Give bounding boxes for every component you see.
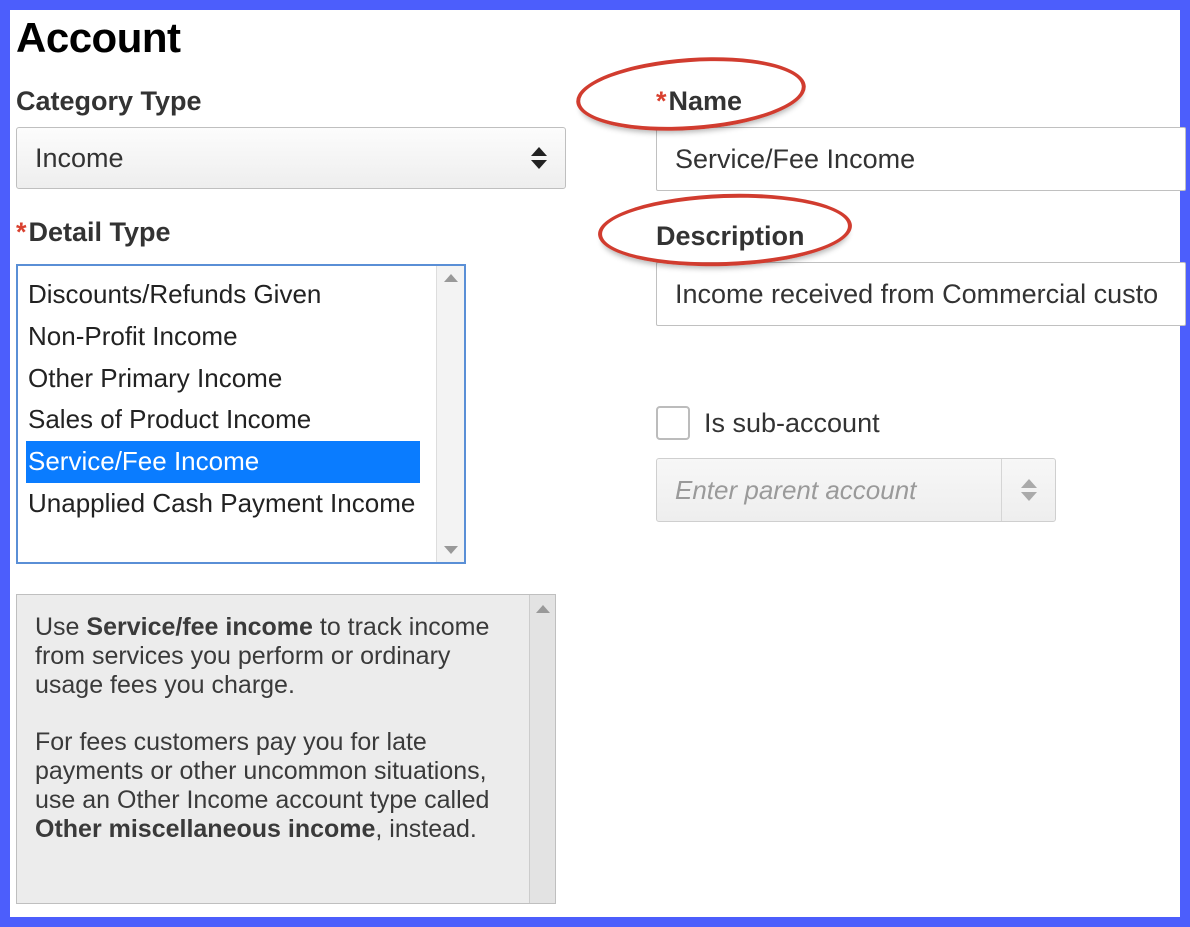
required-marker: * <box>656 86 667 116</box>
info-text: Use <box>35 613 86 641</box>
sub-account-label: Is sub-account <box>704 408 880 439</box>
parent-select-arrow-block <box>1001 459 1055 521</box>
scroll-up-icon[interactable] <box>536 605 550 613</box>
left-column: Category Type Income *Detail Type Discou… <box>16 86 566 904</box>
page-title: Account <box>16 14 1180 62</box>
updown-icon <box>531 147 547 169</box>
list-item[interactable]: Discounts/Refunds Given <box>18 274 464 316</box>
description-label: Description <box>656 221 805 252</box>
category-type-value: Income <box>35 143 124 174</box>
name-label: *Name <box>656 86 742 117</box>
right-column: *Name Service/Fee Income Description Inc… <box>656 86 1186 904</box>
info-bold: Other miscellaneous income <box>35 815 375 843</box>
list-item[interactable]: Other Primary Income <box>18 358 464 400</box>
category-type-select[interactable]: Income <box>16 127 566 189</box>
parent-account-select[interactable]: Enter parent account <box>656 458 1056 522</box>
scroll-up-icon[interactable] <box>444 274 458 282</box>
sub-account-row: Is sub-account <box>656 406 1186 440</box>
updown-icon <box>1021 479 1037 501</box>
list-item-selected[interactable]: Service/Fee Income <box>26 441 420 483</box>
info-text: , instead. <box>375 815 476 843</box>
name-value: Service/Fee Income <box>675 144 915 175</box>
parent-account-placeholder: Enter parent account <box>675 475 916 506</box>
category-type-label: Category Type <box>16 86 202 117</box>
listbox-scrollbar[interactable] <box>436 266 464 562</box>
detail-type-label: *Detail Type <box>16 217 171 248</box>
description-input[interactable]: Income received from Commercial custo <box>656 262 1186 326</box>
detail-type-items: Discounts/Refunds Given Non-Profit Incom… <box>18 266 464 525</box>
info-text: For fees customers pay you for late paym… <box>35 728 489 814</box>
sub-account-checkbox[interactable] <box>656 406 690 440</box>
info-scrollbar[interactable] <box>529 595 555 903</box>
description-value: Income received from Commercial custo <box>675 279 1158 310</box>
name-input[interactable]: Service/Fee Income <box>656 127 1186 191</box>
detail-type-info: Use Service/fee income to track income f… <box>16 594 556 904</box>
list-item[interactable]: Non-Profit Income <box>18 316 464 358</box>
detail-type-listbox[interactable]: Discounts/Refunds Given Non-Profit Incom… <box>16 264 466 564</box>
list-item[interactable]: Unapplied Cash Payment Income <box>18 483 464 525</box>
info-bold: Service/fee income <box>86 613 313 641</box>
scroll-down-icon[interactable] <box>444 546 458 554</box>
app-frame: Account Category Type Income *Detail Typ… <box>0 0 1190 927</box>
list-item[interactable]: Sales of Product Income <box>18 399 464 441</box>
required-marker: * <box>16 217 27 247</box>
